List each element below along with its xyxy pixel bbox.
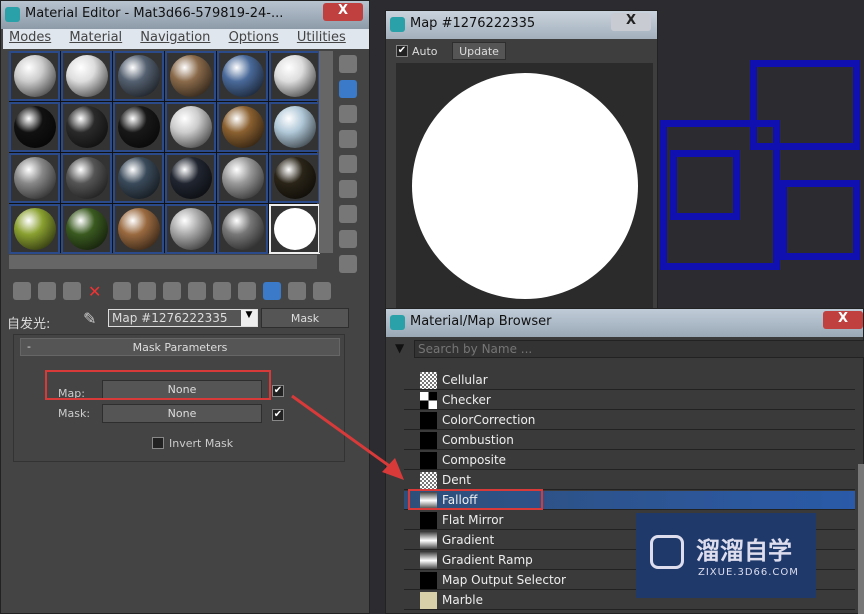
watermark-url: ZIXUE.3D66.COM xyxy=(698,567,799,578)
watermark-title: 溜溜自学 xyxy=(696,537,792,565)
play-logo-icon xyxy=(650,535,684,569)
watermark: 溜溜自学 ZIXUE.3D66.COM xyxy=(636,513,816,598)
